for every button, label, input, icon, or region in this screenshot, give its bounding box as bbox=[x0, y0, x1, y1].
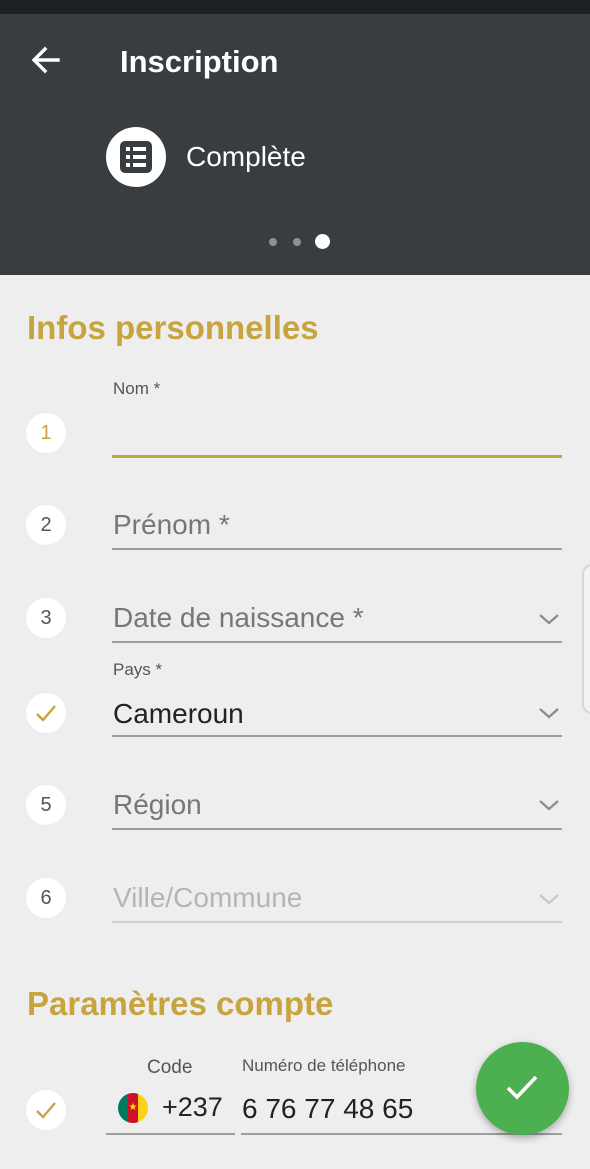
edge-panel-handle[interactable] bbox=[582, 564, 590, 714]
pays-underline bbox=[112, 735, 562, 737]
page-title: Inscription bbox=[120, 44, 279, 79]
step-number-2: 2 bbox=[26, 505, 66, 545]
app-bar: Inscription Complète bbox=[0, 14, 590, 275]
phone-status bbox=[26, 1090, 66, 1130]
pager-dot bbox=[293, 238, 301, 246]
step-number-3: 3 bbox=[26, 598, 66, 638]
step-number-6: 6 bbox=[26, 878, 66, 918]
check-icon bbox=[36, 705, 56, 722]
date-naissance-select[interactable]: Date de naissance * bbox=[113, 602, 562, 634]
pays-status bbox=[26, 693, 66, 733]
list-icon bbox=[120, 141, 152, 173]
ville-underline bbox=[112, 921, 562, 923]
arrow-left-icon bbox=[31, 46, 60, 74]
step-badge bbox=[106, 127, 166, 187]
pager-dot-active bbox=[315, 234, 330, 249]
prenom-input[interactable]: Prénom * bbox=[113, 509, 562, 541]
prenom-underline bbox=[112, 548, 562, 550]
chevron-down-icon bbox=[539, 614, 559, 625]
chevron-down-icon bbox=[539, 894, 559, 905]
check-icon bbox=[506, 1075, 538, 1100]
region-select[interactable]: Région bbox=[113, 789, 562, 821]
section-title-personal: Infos personnelles bbox=[27, 309, 319, 346]
check-icon bbox=[36, 1102, 56, 1119]
cameroon-flag-icon[interactable]: ★ bbox=[118, 1093, 148, 1123]
status-bar bbox=[0, 0, 590, 14]
pager-dot bbox=[269, 238, 277, 246]
chevron-down-icon bbox=[539, 800, 559, 811]
code-label: Code bbox=[147, 1057, 193, 1078]
region-underline bbox=[112, 828, 562, 830]
chevron-down-icon bbox=[539, 708, 559, 719]
ville-select[interactable]: Ville/Commune bbox=[113, 882, 562, 914]
phone-input[interactable]: 6 76 77 48 65 bbox=[242, 1093, 413, 1125]
step-number-5: 5 bbox=[26, 785, 66, 825]
date-naissance-underline bbox=[112, 641, 562, 643]
pays-select[interactable]: Cameroun bbox=[113, 698, 562, 730]
pays-label: Pays * bbox=[113, 660, 163, 679]
nom-input[interactable] bbox=[113, 410, 562, 454]
section-title-account: Paramètres compte bbox=[27, 985, 334, 1022]
step-number-1: 1 bbox=[26, 413, 66, 453]
step-label: Complète bbox=[186, 141, 306, 172]
phone-label: Numéro de téléphone bbox=[242, 1056, 406, 1075]
submit-fab[interactable] bbox=[476, 1042, 569, 1135]
country-code-select[interactable]: +237 bbox=[162, 1092, 223, 1123]
back-button[interactable] bbox=[28, 42, 64, 78]
code-underline bbox=[106, 1133, 235, 1135]
nom-underline bbox=[112, 455, 562, 458]
pager-dots bbox=[265, 233, 335, 249]
nom-label: Nom * bbox=[113, 379, 161, 398]
